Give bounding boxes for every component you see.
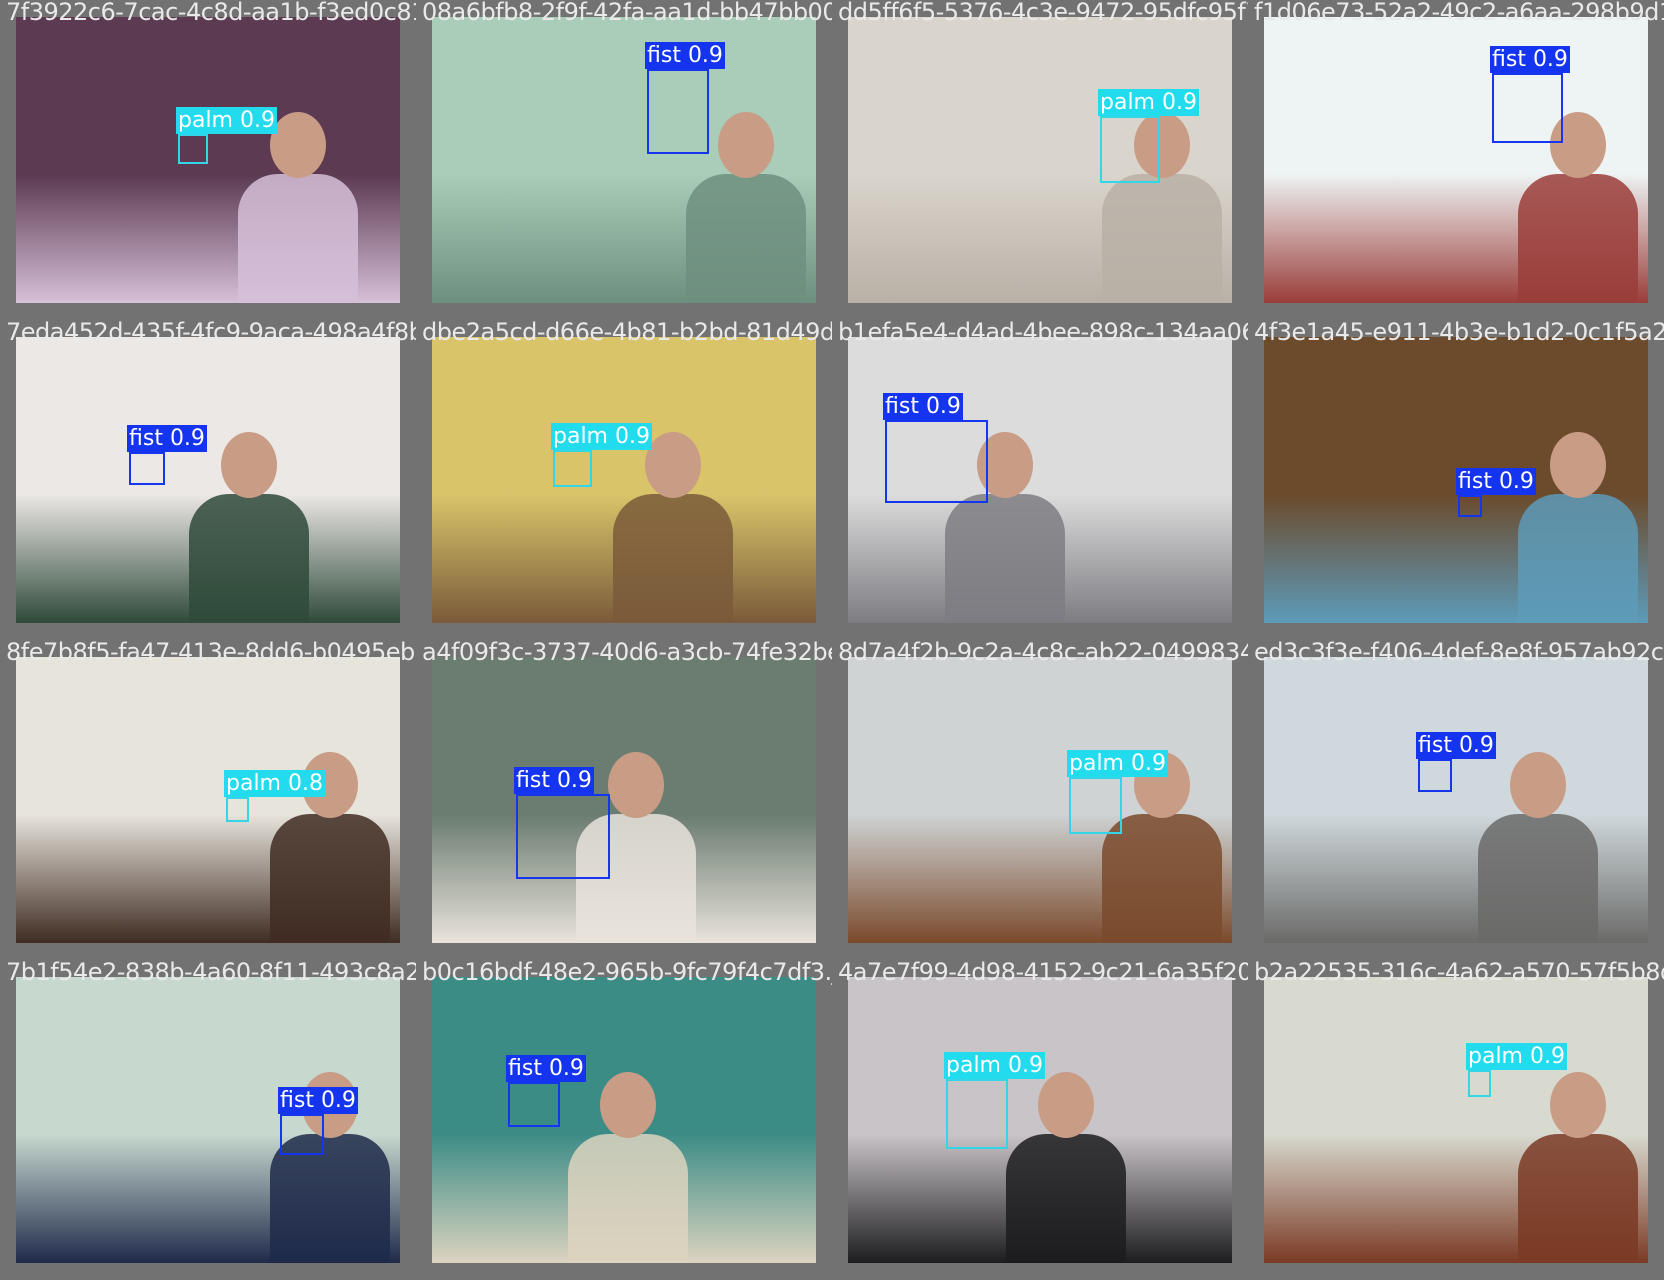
photo: fist 0.9	[432, 977, 816, 1263]
person-silhouette	[613, 494, 733, 623]
palm-detection-label: palm 0.9	[1098, 89, 1199, 116]
mosaic-tile: fist 0.97eda452d-435f-4fc9-9aca-498a4f8b…	[0, 320, 416, 640]
palm-detection-label: palm 0.9	[176, 107, 277, 134]
person-silhouette	[189, 494, 309, 623]
palm-detection-box	[1069, 777, 1122, 834]
fist-detection-label: fist 0.9	[1490, 46, 1570, 73]
photo: fist 0.9	[16, 337, 400, 623]
fist-detection-box	[647, 69, 709, 154]
photo: fist 0.9	[848, 337, 1232, 623]
person-head	[645, 432, 701, 499]
mosaic-tile: palm 0.9b2a22535-316c-4a62-a570-57f5b8d3…	[1248, 960, 1664, 1280]
palm-detection-label: palm 0.9	[1466, 1043, 1567, 1070]
detection-mosaic: palm 0.97f3922c6-7cac-4c8d-aa1b-f3ed0c81…	[0, 0, 1664, 1280]
mosaic-tile: fist 0.9 ed3c3f3e-f406-4def-8e8f-957ab92c…	[1248, 640, 1664, 960]
person-silhouette	[1518, 1134, 1638, 1263]
person-silhouette	[686, 174, 806, 303]
palm-detection-box	[1468, 1070, 1491, 1097]
person-head	[1038, 1072, 1094, 1139]
palm-detection-box	[946, 1079, 1008, 1149]
mosaic-tile: fist 0.94f3e1a45-e911-4b3e-b1d2-0c1f5a2e…	[1248, 320, 1664, 640]
fist-detection-label: fist 0.9	[883, 393, 963, 420]
mosaic-tile: fist 0.9b1efa5e4-d4ad-4bee-898c-134aa064…	[832, 320, 1248, 640]
person-silhouette	[1478, 814, 1598, 943]
mosaic-tile: fist 0.9 b0c16bdf-48e2-965b-9fc79f4c7df3.…	[416, 960, 832, 1280]
palm-detection-label: palm 0.9	[944, 1052, 1045, 1079]
photo: palm 0.8	[16, 657, 400, 943]
person-head	[1550, 432, 1606, 499]
fist-detection-box	[508, 1082, 560, 1127]
mosaic-tile: palm 0.9dbe2a5cd-d66e-4b81-b2bd-81d49d1f…	[416, 320, 832, 640]
photo: fist 0.9	[432, 657, 816, 943]
fist-detection-label: fist 0.9	[514, 767, 594, 794]
mosaic-tile: fist 0.97b1f54e2-838b-4a60-8f11-493c8a20…	[0, 960, 416, 1280]
palm-detection-box	[178, 134, 208, 164]
person-head	[1550, 1072, 1606, 1139]
palm-detection-box	[1100, 116, 1160, 183]
fist-detection-label: fist 0.9	[645, 42, 725, 69]
fist-detection-box	[1458, 495, 1482, 517]
person-silhouette	[1006, 1134, 1126, 1263]
person-head	[1510, 752, 1566, 819]
fist-detection-label: fist 0.9	[506, 1055, 586, 1082]
person-silhouette	[568, 1134, 688, 1263]
mosaic-tile: palm 0.94a7e7f99-4d98-4152-9c21-6a35f207…	[832, 960, 1248, 1280]
mosaic-tile: fist 0.9f1d06e73-52a2-49c2-a6aa-298b9d1c…	[1248, 0, 1664, 320]
mosaic-tile: fist 0.9a4f09f3c-3737-40d6-a3cb-74fe32be…	[416, 640, 832, 960]
fist-detection-box	[1492, 73, 1563, 143]
photo: palm 0.9	[432, 337, 816, 623]
person-head	[221, 432, 277, 499]
fist-detection-label: fist 0.9	[127, 425, 207, 452]
palm-detection-label: palm 0.8	[224, 770, 325, 797]
mosaic-tile: palm 0.9 dd5ff6f5-5376-4c3e-9472-95dfc95f…	[832, 0, 1248, 320]
photo: palm 0.9	[16, 17, 400, 303]
palm-detection-box	[226, 797, 249, 822]
photo: palm 0.9	[848, 977, 1232, 1263]
photo: fist 0.9	[16, 977, 400, 1263]
person-silhouette	[270, 814, 390, 943]
mosaic-tile: palm 0.98d7a4f2b-9c2a-4c8c-ab22-0499834d…	[832, 640, 1248, 960]
photo: palm 0.9	[848, 657, 1232, 943]
photo: fist 0.9	[1264, 337, 1648, 623]
fist-detection-box	[885, 420, 988, 503]
mosaic-tile: palm 0.97f3922c6-7cac-4c8d-aa1b-f3ed0c81…	[0, 0, 416, 320]
person-silhouette	[1102, 174, 1222, 303]
palm-detection-label: palm 0.9	[1067, 750, 1168, 777]
mosaic-tile: palm 0.88fe7b8f5-fa47-413e-8dd6-b0495eba…	[0, 640, 416, 960]
person-head	[270, 112, 326, 179]
fist-detection-box	[1418, 759, 1452, 792]
fist-detection-label: fist 0.9	[1456, 468, 1536, 495]
photo: palm 0.9	[848, 17, 1232, 303]
mosaic-tile: fist 0.9 08a6bfb8-2f9f-42fa-aa1d-bb47bb00…	[416, 0, 832, 320]
fist-detection-label: fist 0.9	[1416, 732, 1496, 759]
person-silhouette	[238, 174, 358, 303]
palm-detection-box	[553, 450, 592, 487]
fist-detection-label: fist 0.9	[278, 1087, 358, 1114]
photo: fist 0.9	[1264, 657, 1648, 943]
fist-detection-box	[129, 452, 165, 485]
person-silhouette	[1518, 494, 1638, 623]
person-head	[600, 1072, 656, 1139]
person-silhouette	[1518, 174, 1638, 303]
person-silhouette	[945, 494, 1065, 623]
photo: fist 0.9	[1264, 17, 1648, 303]
palm-detection-label: palm 0.9	[551, 423, 652, 450]
photo: fist 0.9	[432, 17, 816, 303]
fist-detection-box	[280, 1114, 324, 1155]
fist-detection-box	[516, 794, 610, 879]
person-head	[608, 752, 664, 819]
person-head	[718, 112, 774, 179]
photo: palm 0.9	[1264, 977, 1648, 1263]
